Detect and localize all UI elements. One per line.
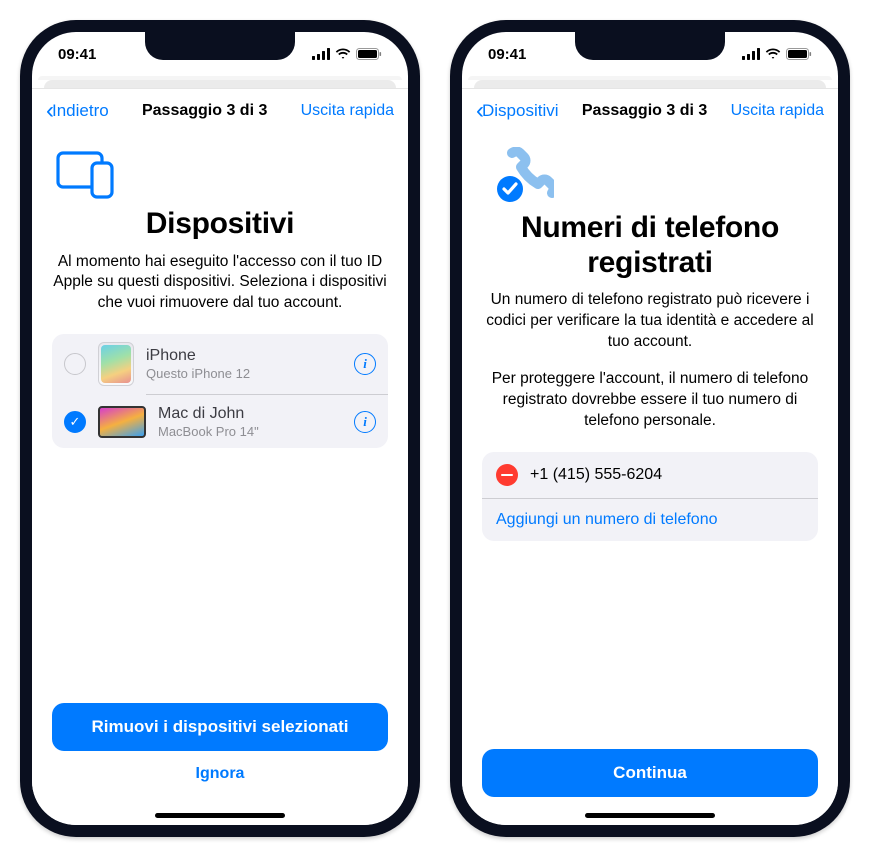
- page-title: Numeri di telefono registrati: [482, 211, 818, 280]
- page-title: Dispositivi: [52, 207, 388, 242]
- sheet-layer: [44, 80, 396, 88]
- screen: 09:41 ‹ Indietro Passaggio 3 di 3 Uscita…: [32, 32, 408, 825]
- back-button[interactable]: ‹ Dispositivi: [476, 99, 559, 123]
- phone-number-list: +1 (415) 555-6204 Aggiungi un numero di …: [482, 452, 818, 541]
- page-subtitle-2: Per proteggere l'account, il numero di t…: [482, 369, 818, 432]
- content-area: Numeri di telefono registrati Un numero …: [462, 133, 838, 733]
- page-subtitle: Al momento hai eseguito l'accesso con il…: [52, 252, 388, 315]
- phone-frame-left: 09:41 ‹ Indietro Passaggio 3 di 3 Uscita…: [20, 20, 420, 837]
- back-button[interactable]: ‹ Indietro: [46, 99, 109, 123]
- phone-number-row[interactable]: +1 (415) 555-6204: [482, 452, 818, 498]
- wifi-icon: [335, 48, 351, 60]
- step-indicator: Passaggio 3 di 3: [142, 102, 267, 120]
- notch: [575, 32, 725, 60]
- quick-exit-button[interactable]: Uscita rapida: [731, 102, 824, 120]
- devices-hero-icon: [52, 147, 388, 201]
- checkbox-unchecked[interactable]: [64, 353, 86, 375]
- signal-icon: [742, 48, 760, 60]
- phone-frame-right: 09:41 ‹ Dispositivi Passaggio 3 di 3 Usc…: [450, 20, 850, 837]
- remove-selected-button[interactable]: Rimuovi i dispositivi selezionati: [52, 703, 388, 751]
- device-sub: MacBook Pro 14": [158, 424, 354, 439]
- iphone-thumb-icon: [98, 342, 134, 386]
- sheet: ‹ Indietro Passaggio 3 di 3 Uscita rapid…: [32, 88, 408, 825]
- phone-number-value: +1 (415) 555-6204: [530, 466, 662, 484]
- device-sub: Questo iPhone 12: [146, 366, 354, 381]
- wifi-icon: [765, 48, 781, 60]
- footer: Rimuovi i dispositivi selezionati Ignora: [32, 687, 408, 825]
- device-row[interactable]: ✓ Mac di John MacBook Pro 14" i: [146, 394, 388, 448]
- device-text: Mac di John MacBook Pro 14": [158, 405, 354, 439]
- device-name: iPhone: [146, 347, 354, 365]
- status-indicators: [742, 48, 812, 60]
- continue-button[interactable]: Continua: [482, 749, 818, 797]
- content-area: Dispositivi Al momento hai eseguito l'ac…: [32, 133, 408, 687]
- quick-exit-button[interactable]: Uscita rapida: [301, 102, 394, 120]
- checkbox-checked[interactable]: ✓: [64, 411, 86, 433]
- sheet: ‹ Dispositivi Passaggio 3 di 3 Uscita ra…: [462, 88, 838, 825]
- status-time: 09:41: [58, 46, 96, 63]
- device-name: Mac di John: [158, 405, 354, 423]
- status-time: 09:41: [488, 46, 526, 63]
- back-label: Indietro: [52, 101, 109, 121]
- battery-icon: [786, 48, 812, 60]
- nav-bar: ‹ Dispositivi Passaggio 3 di 3 Uscita ra…: [462, 89, 838, 133]
- page-subtitle: Un numero di telefono registrato può ric…: [482, 290, 818, 353]
- notch: [145, 32, 295, 60]
- add-phone-button[interactable]: Aggiungi un numero di telefono: [482, 498, 818, 541]
- screen: 09:41 ‹ Dispositivi Passaggio 3 di 3 Usc…: [462, 32, 838, 825]
- device-list: iPhone Questo iPhone 12 i ✓ Mac di John …: [52, 334, 388, 448]
- sheet-layer: [474, 80, 826, 88]
- remove-icon[interactable]: [496, 464, 518, 486]
- device-text: iPhone Questo iPhone 12: [146, 347, 354, 381]
- skip-button[interactable]: Ignora: [52, 751, 388, 797]
- footer: Continua: [462, 733, 838, 825]
- spacer: [482, 541, 818, 733]
- battery-icon: [356, 48, 382, 60]
- home-indicator[interactable]: [585, 813, 715, 818]
- home-indicator[interactable]: [155, 813, 285, 818]
- back-label: Dispositivi: [482, 101, 559, 121]
- phone-hero-icon: [482, 147, 818, 205]
- step-indicator: Passaggio 3 di 3: [582, 102, 707, 120]
- macbook-thumb-icon: [98, 406, 146, 438]
- device-row[interactable]: iPhone Questo iPhone 12 i: [52, 334, 388, 394]
- signal-icon: [312, 48, 330, 60]
- info-icon[interactable]: i: [354, 411, 376, 433]
- nav-bar: ‹ Indietro Passaggio 3 di 3 Uscita rapid…: [32, 89, 408, 133]
- info-icon[interactable]: i: [354, 353, 376, 375]
- spacer: [52, 448, 388, 687]
- status-indicators: [312, 48, 382, 60]
